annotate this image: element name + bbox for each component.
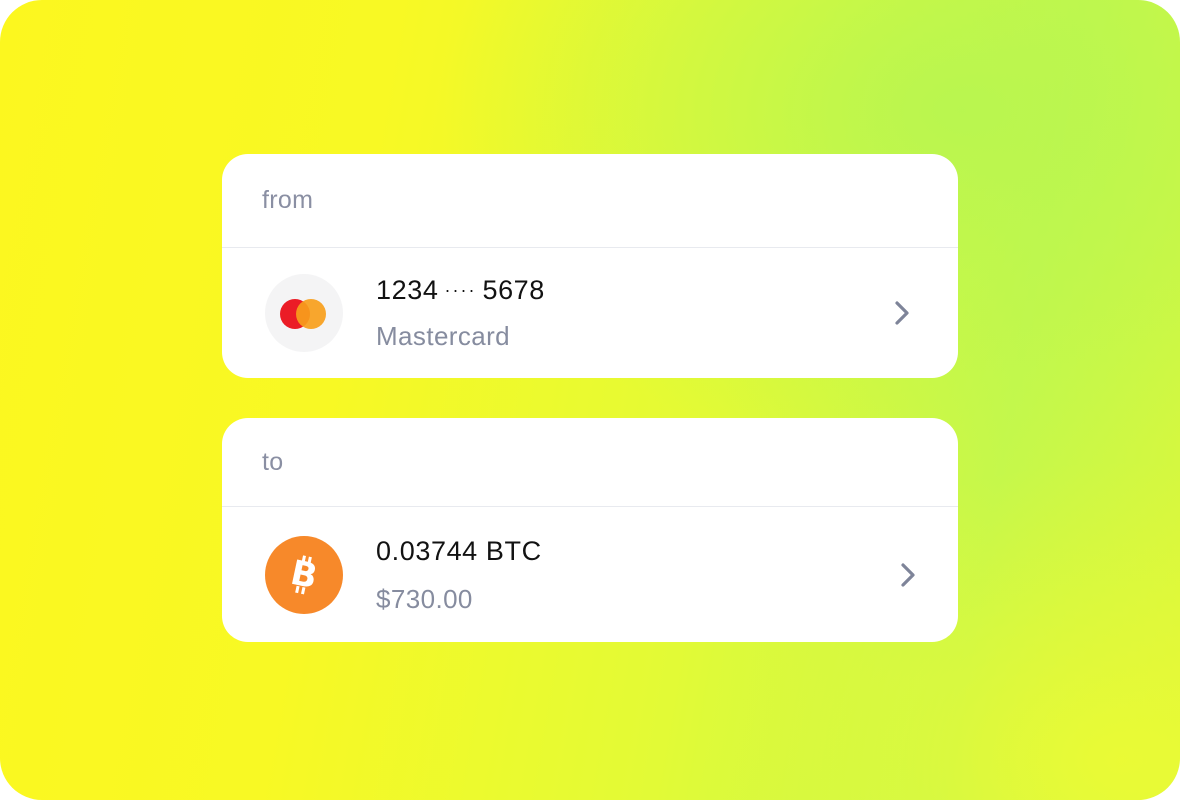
from-card-header: from <box>222 154 958 248</box>
from-label: from <box>262 186 314 214</box>
to-card-header: to <box>222 418 958 507</box>
card-number-end: 5678 <box>482 275 545 305</box>
source-card-selector[interactable]: 1234 ···· 5678 Mastercard <box>222 248 958 378</box>
bitcoin-icon: B <box>287 553 321 597</box>
card-number-mask: ···· <box>444 280 477 300</box>
chevron-right-icon[interactable] <box>890 298 914 328</box>
fiat-value: $730.00 <box>376 583 473 614</box>
card-number: 1234 ···· 5678 <box>376 274 545 306</box>
bitcoin-avatar: B <box>265 535 343 614</box>
card-number-start: 1234 <box>376 275 439 305</box>
mastercard-avatar <box>265 274 343 352</box>
mastercard-logo-icon <box>278 297 330 329</box>
source-card-details: 1234 ···· 5678 Mastercard <box>376 274 545 352</box>
target-asset-details: 0.03744 BTC $730.00 <box>376 535 542 615</box>
target-asset-selector[interactable]: B 0.03744 BTC $730.00 <box>222 507 958 642</box>
btc-amount: 0.03744 BTC <box>376 535 542 566</box>
to-label: to <box>262 447 284 476</box>
from-card: from 1234 ···· 5678 Mastercard <box>222 154 958 378</box>
card-network: Mastercard <box>376 321 511 351</box>
to-card: to B 0.03744 BTC $730.00 <box>222 418 958 642</box>
chevron-right-icon[interactable] <box>896 560 920 590</box>
exchange-background: from 1234 ···· 5678 Mastercard to B 0.03… <box>0 0 1180 800</box>
